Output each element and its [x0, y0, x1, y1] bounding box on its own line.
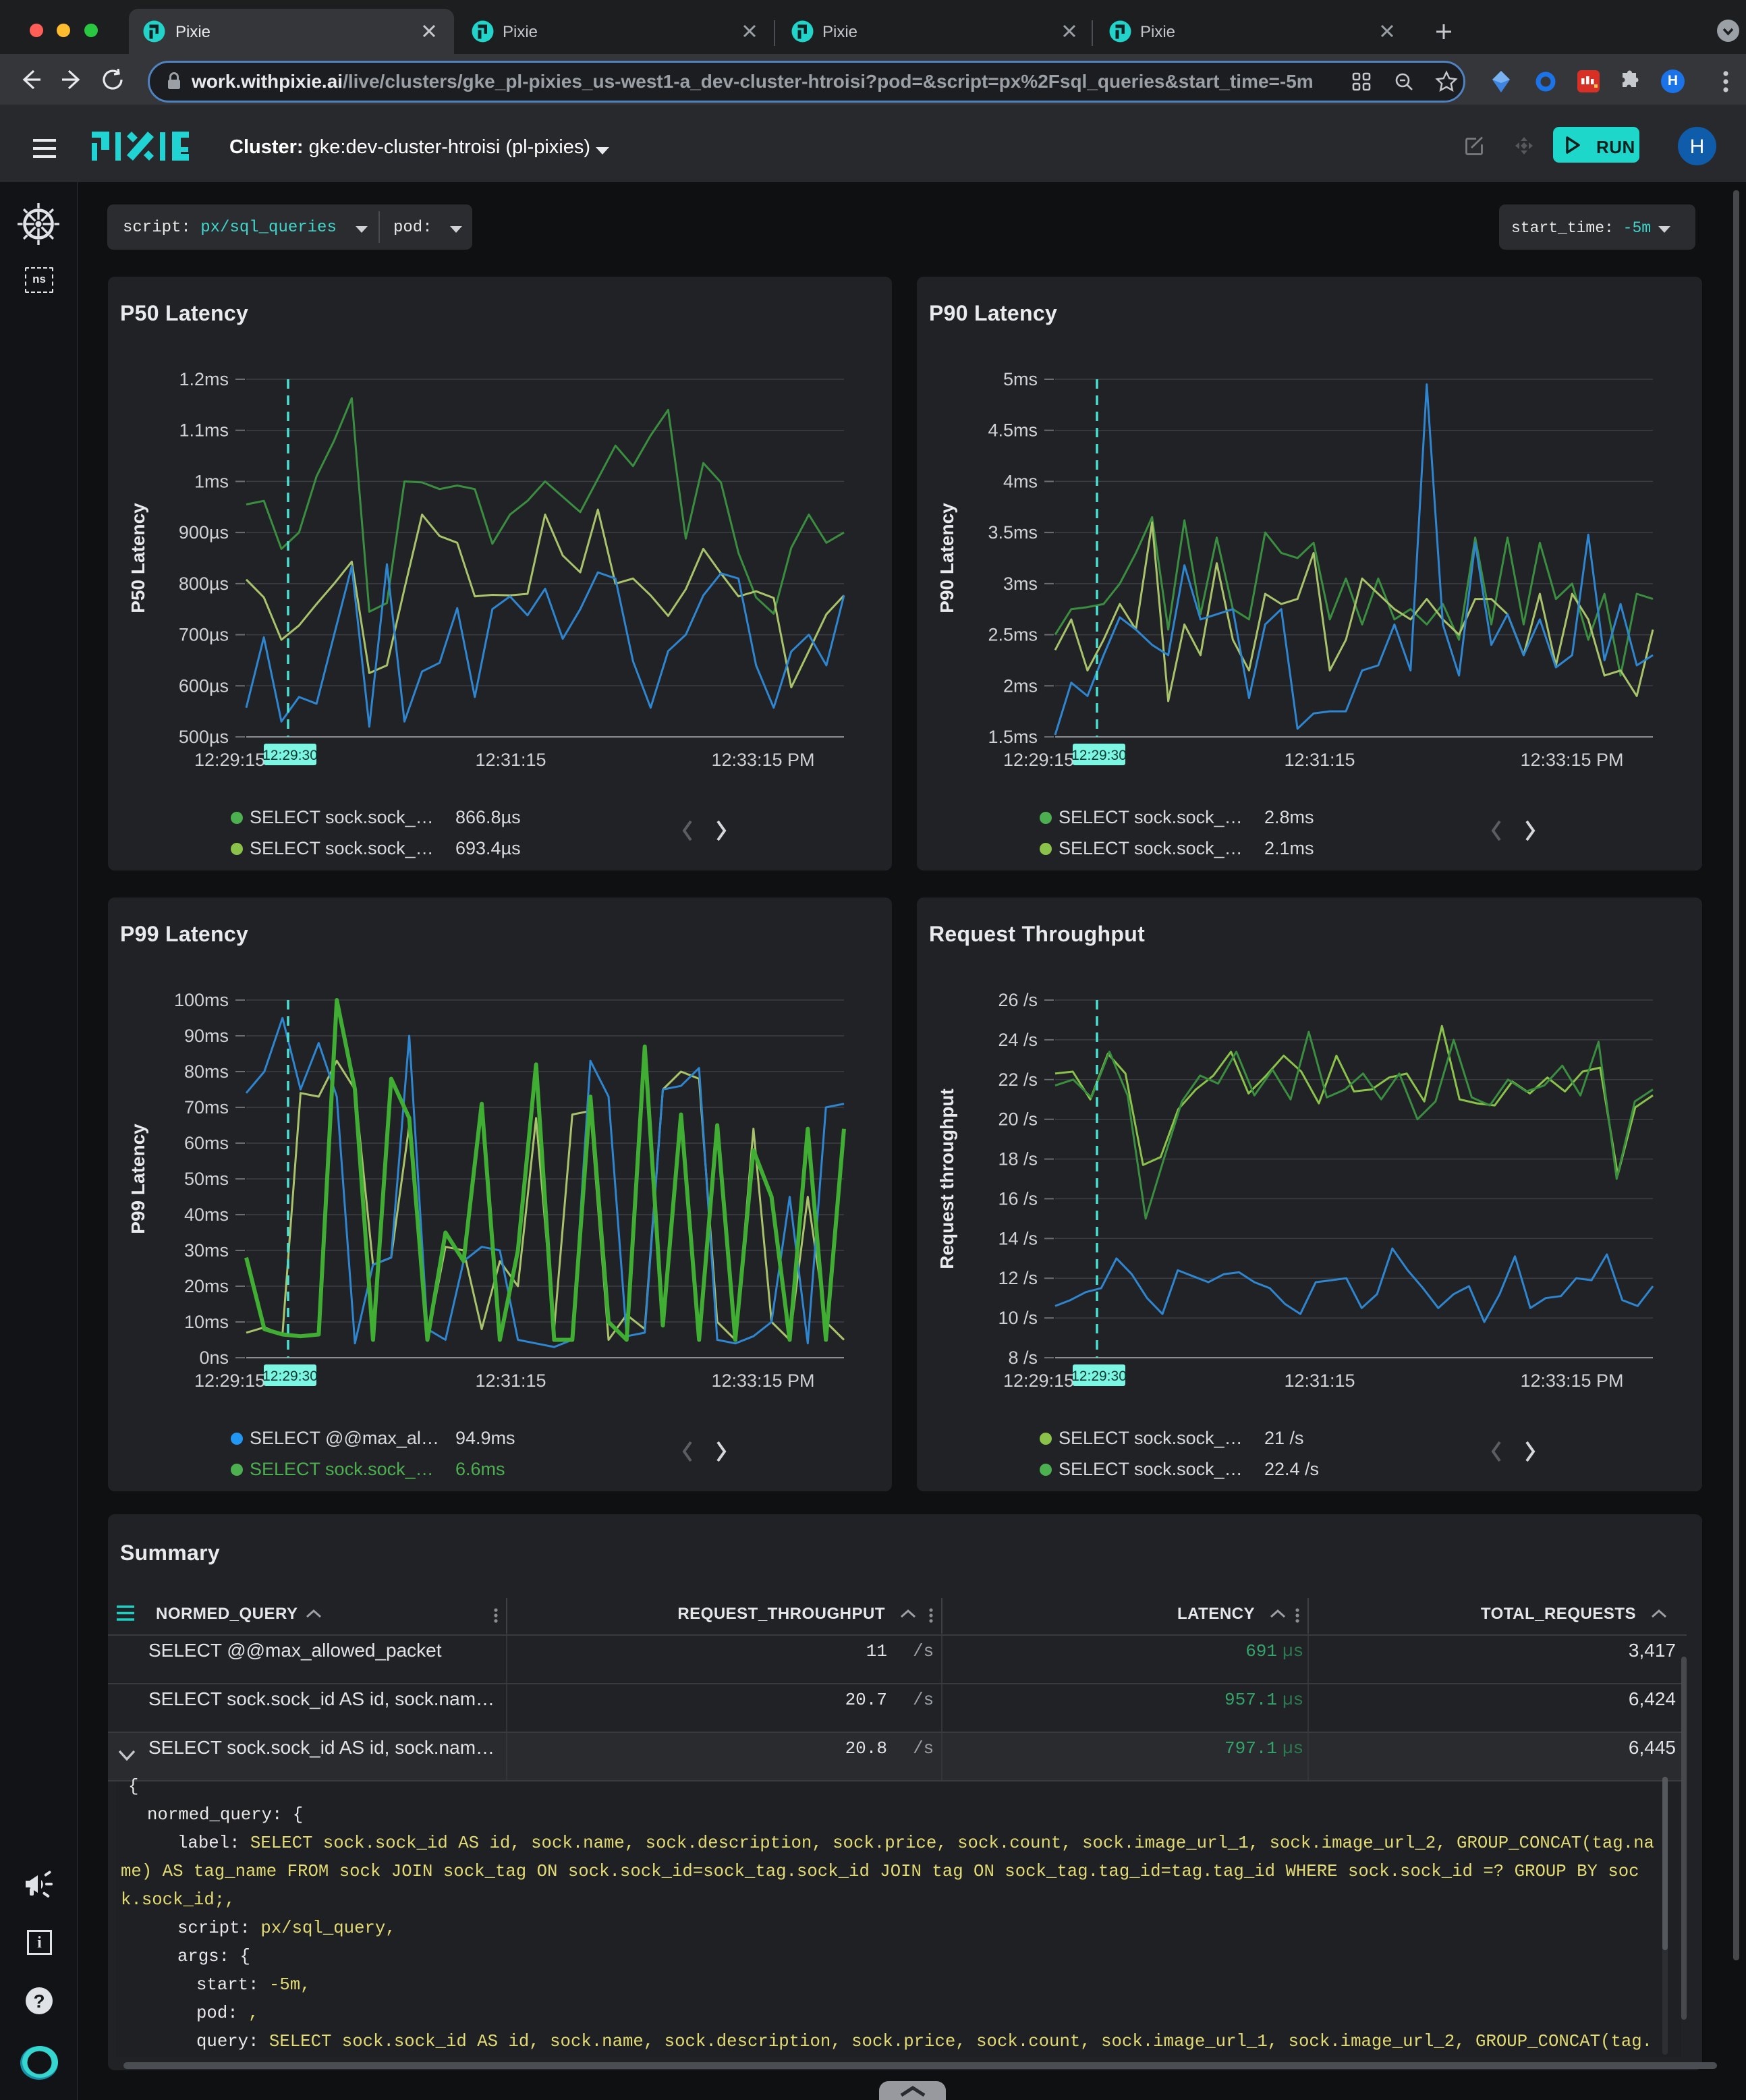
svg-text:P99 Latency: P99 Latency [128, 1124, 148, 1234]
svg-text:12:29:30: 12:29:30 [262, 748, 318, 763]
svg-text:12:31:15: 12:31:15 [1284, 1371, 1355, 1391]
svg-text:60ms: 60ms [184, 1133, 229, 1153]
svg-text:0ns: 0ns [199, 1348, 229, 1368]
svg-text:12:33:15 PM: 12:33:15 PM [1520, 1371, 1623, 1391]
svg-text:12:31:15: 12:31:15 [1284, 750, 1355, 770]
svg-text:1.5ms: 1.5ms [988, 727, 1038, 747]
svg-text:10ms: 10ms [184, 1312, 229, 1332]
svg-text:12:33:15 PM: 12:33:15 PM [1520, 750, 1623, 770]
svg-text:500µs: 500µs [179, 727, 229, 747]
svg-text:700µs: 700µs [179, 625, 229, 645]
svg-text:12:29:30: 12:29:30 [1071, 748, 1127, 763]
svg-text:80ms: 80ms [184, 1061, 229, 1082]
svg-text:90ms: 90ms [184, 1026, 229, 1046]
svg-text:20ms: 20ms [184, 1276, 229, 1296]
svg-text:800µs: 800µs [179, 574, 229, 594]
svg-text:2.5ms: 2.5ms [988, 625, 1038, 645]
svg-text:900µs: 900µs [179, 522, 229, 543]
svg-text:8 /s: 8 /s [1008, 1348, 1038, 1368]
svg-text:1ms: 1ms [194, 471, 229, 491]
svg-text:50ms: 50ms [184, 1169, 229, 1189]
svg-text:100ms: 100ms [174, 990, 229, 1010]
svg-text:12 /s: 12 /s [998, 1268, 1038, 1288]
svg-text:26 /s: 26 /s [998, 990, 1038, 1010]
svg-text:70ms: 70ms [184, 1097, 229, 1117]
svg-text:600µs: 600µs [179, 675, 229, 696]
svg-text:16 /s: 16 /s [998, 1188, 1038, 1209]
svg-text:4ms: 4ms [1003, 471, 1038, 491]
svg-text:1.1ms: 1.1ms [179, 420, 229, 441]
svg-text:14 /s: 14 /s [998, 1228, 1038, 1248]
svg-text:Request throughput: Request throughput [936, 1088, 957, 1269]
svg-text:3.5ms: 3.5ms [988, 522, 1038, 543]
svg-text:12:31:15: 12:31:15 [475, 1371, 546, 1391]
svg-text:P90 Latency: P90 Latency [936, 503, 957, 613]
svg-text:10 /s: 10 /s [998, 1308, 1038, 1328]
svg-text:12:29:30: 12:29:30 [262, 1369, 318, 1384]
svg-text:12:29:15: 12:29:15 [194, 1371, 265, 1391]
svg-text:3ms: 3ms [1003, 574, 1038, 594]
svg-text:12:29:30: 12:29:30 [1071, 1369, 1127, 1384]
svg-text:12:29:15: 12:29:15 [194, 750, 265, 770]
svg-text:4.5ms: 4.5ms [988, 420, 1038, 441]
svg-text:20 /s: 20 /s [998, 1109, 1038, 1130]
svg-text:1.2ms: 1.2ms [179, 369, 229, 389]
svg-text:22 /s: 22 /s [998, 1070, 1038, 1090]
svg-text:18 /s: 18 /s [998, 1149, 1038, 1169]
svg-text:30ms: 30ms [184, 1240, 229, 1261]
svg-text:2ms: 2ms [1003, 675, 1038, 696]
svg-text:12:33:15 PM: 12:33:15 PM [711, 1371, 814, 1391]
svg-text:12:29:15: 12:29:15 [1003, 750, 1074, 770]
svg-text:12:29:15: 12:29:15 [1003, 1371, 1074, 1391]
svg-text:40ms: 40ms [184, 1205, 229, 1225]
svg-text:12:33:15 PM: 12:33:15 PM [711, 750, 814, 770]
svg-text:5ms: 5ms [1003, 369, 1038, 389]
svg-text:12:31:15: 12:31:15 [475, 750, 546, 770]
svg-text:P50 Latency: P50 Latency [128, 503, 148, 613]
svg-text:24 /s: 24 /s [998, 1030, 1038, 1050]
